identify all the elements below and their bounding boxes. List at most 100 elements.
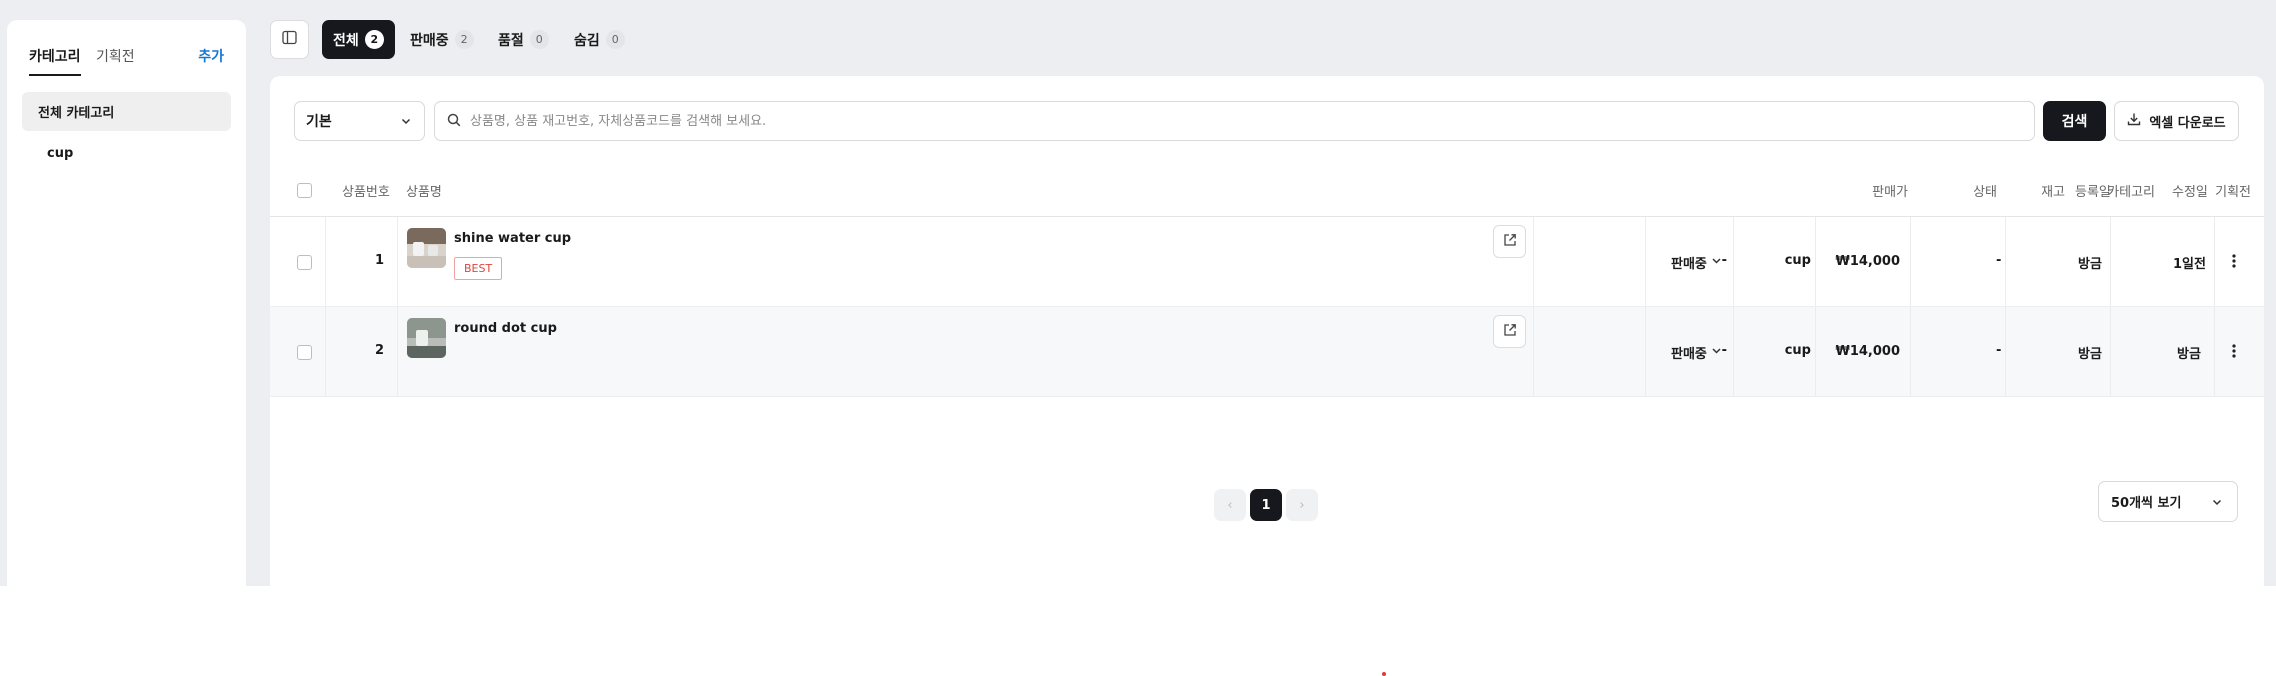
column-divider (1910, 307, 1911, 397)
tab-exhibition[interactable]: 기획전 (96, 46, 135, 74)
column-divider (397, 217, 398, 307)
next-page-button[interactable]: › (1286, 489, 1318, 521)
product-name-link[interactable]: shine water cup (454, 231, 571, 246)
category: cup (1784, 343, 1811, 358)
chevron-down-icon (2211, 496, 2223, 512)
column-divider (2214, 307, 2215, 397)
header-price: 판매가 (1872, 185, 1908, 200)
tab-all[interactable]: 전체 2 (322, 20, 395, 59)
external-link-icon (1503, 232, 1517, 251)
registered-date: 방금 (2078, 347, 2102, 362)
chevron-down-icon (400, 115, 412, 131)
registered-date: 방금 (2078, 257, 2102, 272)
stock: - (1721, 343, 1727, 358)
search-field[interactable] (434, 101, 2035, 141)
sidebar-item-cup[interactable]: cup (22, 134, 231, 173)
product-list-panel: 기본 검색 엑셀 다운로드 상품번호 상품명 판매가 상태 재고 카테고리 기획… (270, 76, 2264, 586)
open-product-button[interactable] (1493, 315, 1526, 348)
product-name-link[interactable]: round dot cup (454, 321, 557, 336)
more-vertical-icon (2232, 343, 2236, 362)
filter-select[interactable]: 기본 (294, 101, 425, 141)
row-menu-button[interactable] (2224, 252, 2244, 272)
sidebar-panel-icon (282, 30, 297, 49)
column-divider (1733, 307, 1734, 397)
filter-select-value: 기본 (306, 114, 332, 130)
status-dropdown[interactable]: 판매중 (1671, 343, 1722, 362)
column-divider (1645, 217, 1646, 307)
column-divider (2005, 217, 2006, 307)
open-product-button[interactable] (1493, 225, 1526, 258)
excel-download-button[interactable]: 엑셀 다운로드 (2114, 101, 2239, 141)
tab-count-badge: 2 (454, 30, 474, 49)
product-no: 1 (374, 253, 384, 268)
column-divider (1815, 217, 1816, 307)
category-sidebar: 카테고리 기획전 추가 전체 카테고리 cup (7, 20, 246, 586)
row-checkbox[interactable] (297, 345, 312, 360)
app-background: 카테고리 기획전 추가 전체 카테고리 cup 전체 2 판매중 2 품절 0 … (0, 0, 2276, 586)
modified-date: 방금 (2177, 347, 2201, 362)
category: cup (1784, 253, 1811, 268)
tab-count-badge: 0 (605, 30, 625, 49)
modified-date: 1일전 (2173, 257, 2206, 272)
status-dropdown[interactable]: 판매중 (1671, 253, 1722, 272)
page-1-button[interactable]: 1 (1250, 489, 1282, 521)
header-category: 카테고리 (2107, 185, 2155, 200)
page-size-select[interactable]: 50개씩 보기 (2098, 481, 2238, 522)
status-value: 판매중 (1671, 257, 1707, 272)
more-vertical-icon (2232, 253, 2236, 272)
column-divider (397, 307, 398, 397)
price: ₩14,000 (1835, 254, 1900, 269)
prev-page-button[interactable]: ‹ (1214, 489, 1246, 521)
column-divider (325, 217, 326, 307)
column-divider (2110, 307, 2111, 397)
table-row[interactable]: 2 round dot cup ₩14,000 판매중 - cup - 방금 방… (270, 307, 2264, 397)
table-row[interactable]: 1 shine water cup BEST ₩14,000 판매중 - cup… (270, 217, 2264, 307)
page-size-value: 50개씩 보기 (2111, 496, 2182, 511)
tab-label: 판매중 (410, 32, 449, 49)
column-divider (1645, 307, 1646, 397)
exhibition: - (1996, 343, 2002, 358)
search-button[interactable]: 검색 (2043, 101, 2106, 141)
column-divider (325, 307, 326, 397)
tab-label: 숨김 (574, 32, 600, 49)
search-input[interactable] (470, 113, 1970, 129)
excel-download-label: 엑셀 다운로드 (2149, 115, 2226, 131)
chevron-down-icon (1711, 345, 1722, 360)
product-no: 2 (374, 343, 384, 358)
product-thumbnail[interactable] (407, 228, 446, 268)
best-badge: BEST (454, 257, 503, 280)
external-link-icon (1503, 322, 1517, 341)
status-value: 판매중 (1671, 347, 1707, 362)
select-all-checkbox[interactable] (297, 183, 312, 198)
tab-category[interactable]: 카테고리 (29, 46, 81, 76)
column-divider (2005, 307, 2006, 397)
search-icon (447, 112, 461, 131)
sidebar-toggle-button[interactable] (270, 20, 309, 59)
exhibition: - (1996, 253, 2002, 268)
header-product-name: 상품명 (406, 185, 442, 200)
sidebar-item-all-categories[interactable]: 전체 카테고리 (22, 92, 231, 131)
column-divider (1733, 217, 1734, 307)
tab-on-sale[interactable]: 판매중 2 (399, 20, 485, 59)
column-divider (1533, 217, 1534, 307)
row-checkbox[interactable] (297, 255, 312, 270)
download-icon (2127, 112, 2141, 130)
add-category-button[interactable]: 추가 (198, 46, 224, 66)
sidebar-tabs: 카테고리 기획전 추가 (29, 46, 224, 96)
header-product-no: 상품번호 (342, 185, 390, 200)
column-divider (2214, 217, 2215, 307)
tab-hidden[interactable]: 숨김 0 (563, 20, 636, 59)
product-thumbnail[interactable] (407, 318, 446, 358)
header-stock: 재고 (2041, 185, 2065, 200)
tab-label: 품절 (498, 32, 524, 49)
row-menu-button[interactable] (2224, 342, 2244, 362)
column-divider (1910, 217, 1911, 307)
tab-count-badge: 0 (529, 30, 549, 49)
stock: - (1721, 253, 1727, 268)
row-divider (270, 396, 2264, 397)
tab-sold-out[interactable]: 품절 0 (487, 20, 560, 59)
header-registered: 등록일 (2075, 185, 2111, 200)
column-divider (1815, 307, 1816, 397)
chevron-down-icon (1711, 255, 1722, 270)
cursor-dot (1382, 672, 1386, 676)
